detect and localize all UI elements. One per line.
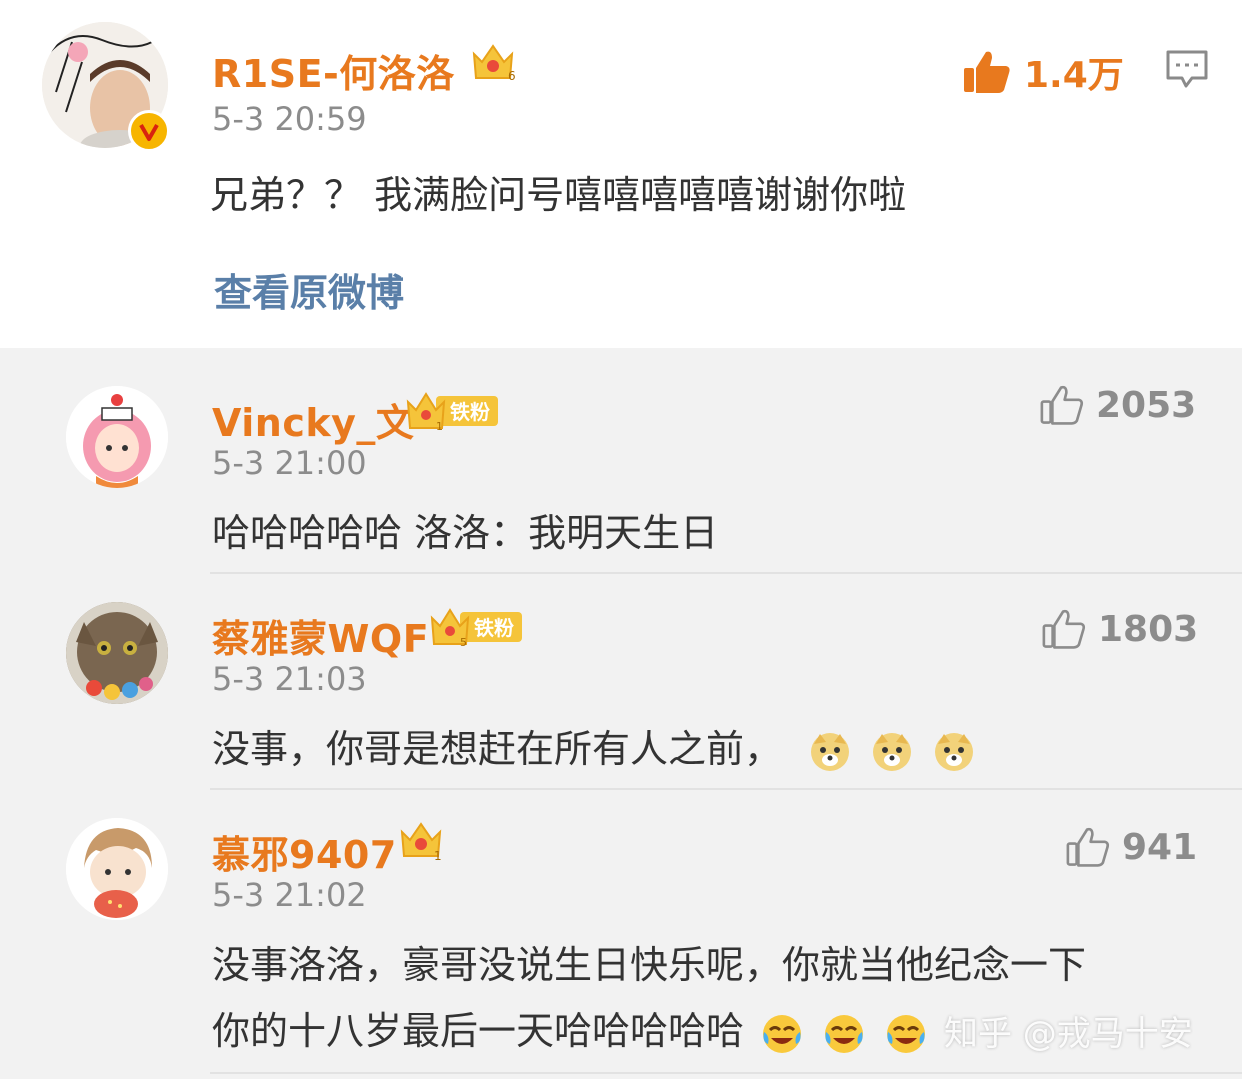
- avatar[interactable]: [66, 386, 168, 488]
- crown-badge-icon: 1: [398, 818, 444, 866]
- thumbs-up-icon: [1042, 609, 1086, 649]
- comment-author[interactable]: Vincky_文: [212, 392, 414, 447]
- verified-badge-icon: [128, 110, 170, 152]
- main-comment: R1SE-何洛洛 6 5-3 20:59 兄弟？？ 我满脸问号嘻嘻嘻嘻嘻谢谢你啦…: [0, 0, 1242, 348]
- comment-icon[interactable]: [1164, 48, 1210, 96]
- comment-time: 5-3 21:02: [212, 876, 367, 914]
- watermark: 知乎 @戎马十安: [944, 1014, 1193, 1054]
- comment-text-content: 你的十八岁最后一天哈哈哈哈哈: [212, 1009, 745, 1053]
- like-button[interactable]: 1803: [1042, 608, 1198, 650]
- crown-badge-icon: 6: [470, 40, 516, 88]
- comment-time: 5-3 21:00: [212, 444, 367, 482]
- comment-author[interactable]: 蔡雅蒙WQF: [212, 608, 429, 663]
- svg-text:铁粉: 铁粉: [450, 400, 490, 424]
- doge-emoji-icon: [873, 732, 912, 771]
- comment-author[interactable]: R1SE-何洛洛: [212, 43, 455, 98]
- like-button[interactable]: 941: [1066, 826, 1197, 868]
- comment-text-content: 没事，你哥是想赶在所有人之前，: [212, 727, 783, 771]
- like-count: 941: [1122, 826, 1198, 868]
- comment-text: 没事，你哥是想赶在所有人之前，: [212, 718, 976, 774]
- like-count: 2053: [1096, 384, 1197, 426]
- thumbs-up-icon: [1040, 385, 1084, 425]
- view-original-link[interactable]: 查看原微博: [214, 262, 404, 317]
- svg-text:1: 1: [436, 420, 443, 432]
- svg-text:5: 5: [460, 636, 467, 648]
- comment-text-line1: 没事洛洛，豪哥没说生日快乐呢，你就当他纪念一下: [212, 943, 1087, 987]
- divider: [210, 1072, 1242, 1074]
- divider: [210, 572, 1242, 574]
- comment-time: 5-3 20:59: [212, 100, 367, 138]
- like-button[interactable]: 2053: [1040, 384, 1196, 426]
- svg-text:1: 1: [434, 849, 442, 862]
- doge-emoji-icon: [935, 732, 974, 771]
- avatar[interactable]: [66, 818, 168, 920]
- fan-badge: 铁粉 1: [406, 388, 500, 436]
- fan-badge: 铁粉 5: [430, 604, 524, 652]
- comment-text: 兄弟？？ 我满脸问号嘻嘻嘻嘻嘻谢谢你啦: [210, 173, 907, 217]
- svg-text:铁粉: 铁粉: [474, 616, 514, 640]
- like-count: 1803: [1098, 608, 1199, 650]
- laughing-tears-emoji-icon: [763, 1014, 802, 1053]
- doge-emoji-icon: [811, 732, 850, 771]
- comment-text: 哈哈哈哈哈 洛洛：我明天生日: [212, 511, 719, 555]
- divider: [210, 788, 1242, 790]
- thumbs-up-icon: [964, 51, 1010, 93]
- laughing-tears-emoji-icon: [887, 1014, 926, 1053]
- comment-text-line2: 你的十八岁最后一天哈哈哈哈哈: [212, 1000, 928, 1056]
- like-count: 1.4万: [1024, 55, 1124, 96]
- like-button[interactable]: 1.4万: [962, 46, 1124, 98]
- avatar[interactable]: [66, 602, 168, 704]
- comment-time: 5-3 21:03: [212, 660, 367, 698]
- laughing-tears-emoji-icon: [825, 1014, 864, 1053]
- thumbs-up-icon: [1066, 827, 1110, 867]
- doge-emoji-icons: [808, 727, 976, 771]
- svg-text:6: 6: [508, 69, 516, 83]
- comment-author[interactable]: 慕邪9407: [212, 824, 397, 879]
